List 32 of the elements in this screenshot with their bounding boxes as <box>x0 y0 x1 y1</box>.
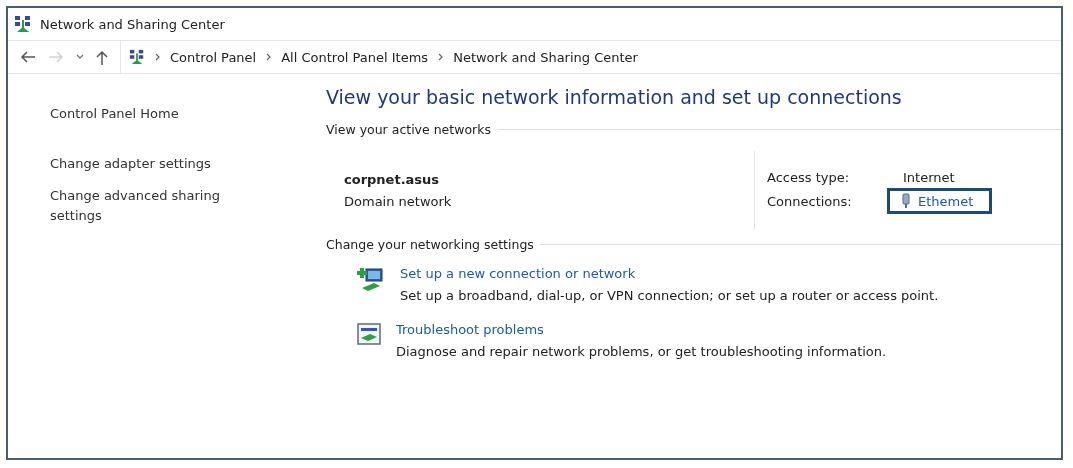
network-setup-icon <box>356 266 386 292</box>
troubleshoot-icon <box>356 322 382 346</box>
task-link[interactable]: Set up a new connection or network <box>400 266 636 281</box>
network-category: Domain network <box>344 193 453 211</box>
network-icon <box>129 49 145 65</box>
section-heading: View your active networks <box>326 122 491 137</box>
address-bar[interactable]: Control Panel All Control Panel Items Network and Sharing Center <box>120 41 1061 73</box>
task-description: Diagnose and repair network problems, or get troubleshooting information. <box>396 343 887 361</box>
page-heading: View your basic network information and set up connections <box>326 86 903 108</box>
chevron-right-icon <box>438 53 444 61</box>
field-label: Connections: <box>767 193 853 209</box>
breadcrumb-item[interactable]: All Control Panel Items <box>281 49 429 65</box>
connection-link[interactable]: Ethemet <box>887 188 993 214</box>
window-title: Network and Sharing Center <box>40 16 225 32</box>
network-name: corpnet.asus <box>344 171 441 189</box>
ethernet-plug-icon <box>902 193 910 209</box>
breadcrumb-item[interactable]: Network and Sharing Center <box>453 49 638 65</box>
network-icon <box>14 15 32 33</box>
sidebar-link[interactable]: Control Panel Home <box>50 104 250 124</box>
chevron-down-icon[interactable] <box>76 54 84 60</box>
back-arrow-icon[interactable] <box>20 50 36 64</box>
chevron-right-icon <box>155 53 160 61</box>
field-value: Internet <box>903 169 955 185</box>
task-link[interactable]: Troubleshoot problems <box>396 322 544 337</box>
up-arrow-icon[interactable] <box>96 49 108 65</box>
field-label: Access type: <box>767 169 851 185</box>
breadcrumb-item[interactable]: Control Panel <box>170 49 257 65</box>
task-description: Set up a broadband, dial-up, or VPN connection; or set up a router or access point. <box>400 287 939 305</box>
chevron-right-icon <box>266 53 272 61</box>
sidebar-link[interactable]: Change advanced sharing settings <box>50 186 250 226</box>
section-heading: Change your networking settings <box>326 237 534 252</box>
sidebar-link[interactable]: Change adapter settings <box>50 154 250 174</box>
